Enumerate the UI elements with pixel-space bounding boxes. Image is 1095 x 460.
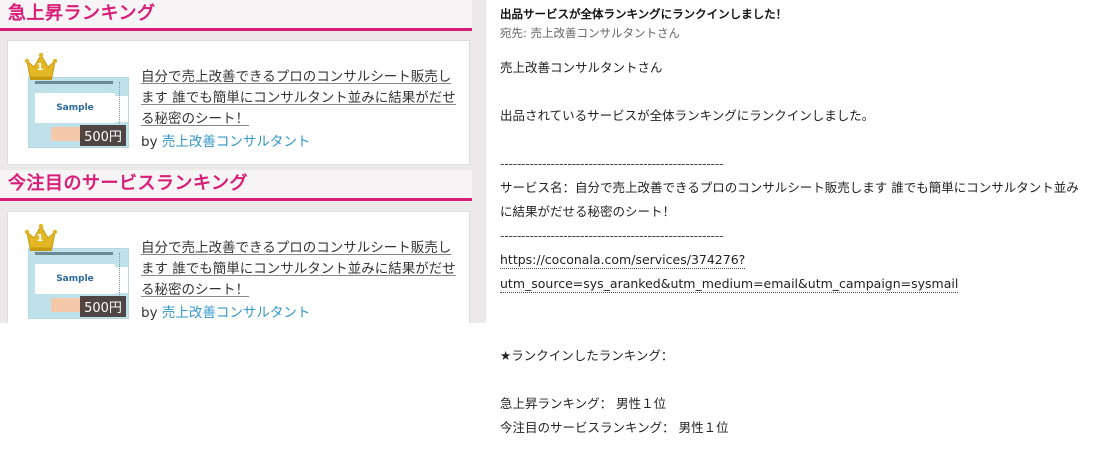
email-intro: 出品されているサービスが全体ランキングにランクインしました。 [500, 108, 875, 123]
ranking-line: 急上昇ランキング： 男性１位 [500, 396, 667, 411]
ranking-panel: 急上昇ランキング Sample 1 500円 自分で売上改善できるプロのコンサル… [0, 0, 486, 323]
service-title-link[interactable]: 自分で売上改善できるプロのコンサルシート販売します 誰でも簡単にコンサルタント並… [141, 238, 461, 301]
email-greeting: 売上改善コンサルタントさん [500, 60, 663, 75]
seller-link[interactable]: 売上改善コンサルタント [162, 305, 311, 321]
email-view: 出品サービスが全体ランキングにランクインしました！ 宛先: 売上改善コンサルタン… [500, 0, 1095, 460]
seller-link[interactable]: 売上改善コンサルタント [162, 134, 311, 150]
price-badge: 500円 [80, 125, 126, 146]
email-recipient: 宛先: 売上改善コンサルタントさん [500, 25, 680, 41]
ranked-heading: ★ランクインしたランキング： [500, 348, 674, 363]
crown-icon: 1 [25, 224, 57, 252]
by-label: by [141, 305, 158, 321]
email-divider-top: ----------------------------------------… [500, 156, 724, 171]
service-title-link[interactable]: 自分で売上改善できるプロのコンサルシート販売します 誰でも簡単にコンサルタント並… [141, 67, 461, 130]
service-url-link-continued[interactable]: utm_source=sys_aranked&utm_medium=email&… [500, 276, 959, 293]
rank-number: 1 [36, 233, 44, 244]
crown-icon: 1 [25, 53, 57, 81]
section-title: 今注目のサービスランキング [8, 173, 248, 194]
ranking-card[interactable]: Sample 1 500円 自分で売上改善できるプロのコンサルシート販売します … [7, 40, 470, 165]
thumbnail-sample-label: Sample [35, 93, 115, 123]
email-body: 売上改善コンサルタントさん 出品されているサービスが全体ランキングにランクインし… [500, 56, 1090, 440]
byline: by 売上改善コンサルタント [141, 130, 310, 150]
byline: by 売上改善コンサルタント [141, 301, 310, 321]
section-header-rising: 急上昇ランキング [0, 0, 472, 31]
section-title: 急上昇ランキング [8, 3, 156, 24]
email-subject: 出品サービスが全体ランキングにランクインしました！ [500, 7, 788, 21]
thumbnail-sample-label: Sample [35, 264, 115, 294]
by-label: by [141, 134, 158, 150]
email-service-line: サービス名：自分で売上改善できるプロのコンサルシート販売します 誰でも簡単にコン… [500, 180, 1079, 219]
section-header-attention: 今注目のサービスランキング [0, 170, 472, 201]
price-badge: 500円 [80, 296, 126, 317]
ranking-line: 今注目のサービスランキング： 男性１位 [500, 420, 729, 435]
service-url-link[interactable]: https://coconala.com/services/374276? [500, 252, 746, 269]
to-label: 宛先: [500, 26, 527, 40]
to-value: 売上改善コンサルタントさん [530, 26, 681, 40]
email-divider-bottom: ----------------------------------------… [500, 228, 724, 243]
ranking-card[interactable]: Sample 1 500円 自分で売上改善できるプロのコンサルシート販売します … [7, 211, 470, 323]
rank-number: 1 [36, 62, 44, 73]
